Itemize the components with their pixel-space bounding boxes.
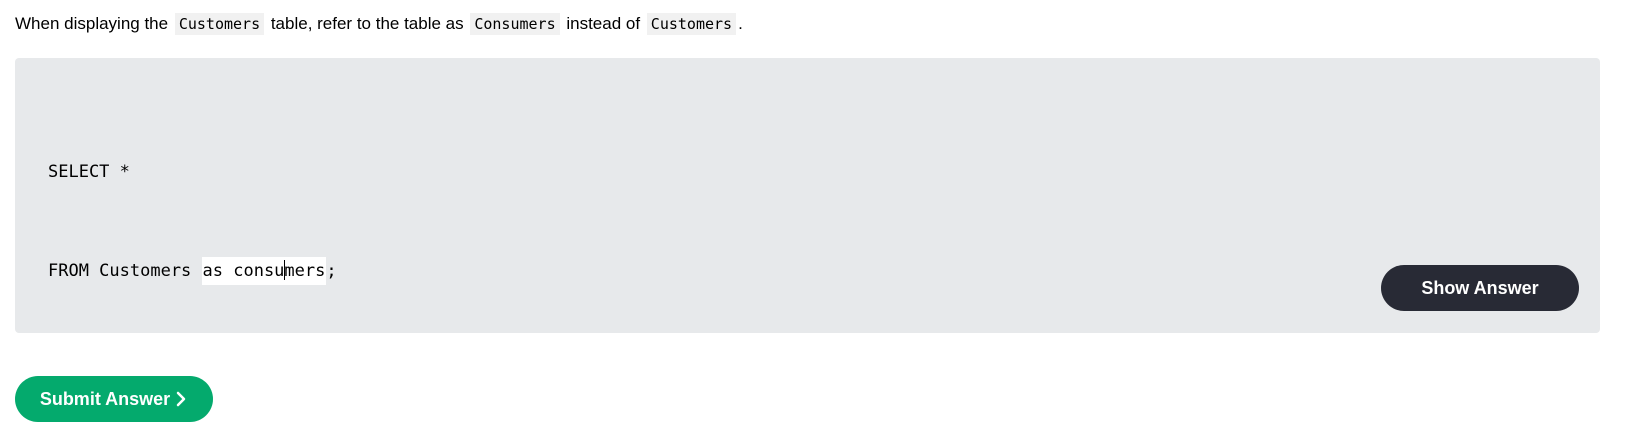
instruction-text-suffix: . bbox=[738, 14, 743, 33]
code-customers-2: Customers bbox=[646, 13, 737, 35]
instruction-text-middle1: table, refer to the table as bbox=[266, 14, 469, 33]
submit-answer-button[interactable]: Submit Answer bbox=[15, 376, 213, 422]
text-selection[interactable]: as consumers bbox=[201, 257, 327, 285]
selected-text-after-caret[interactable]: mers bbox=[284, 261, 325, 281]
code-editor-panel: SELECT * FROM Customers as consumers; Sh… bbox=[15, 58, 1600, 333]
instruction-text-prefix: When displaying the bbox=[15, 14, 173, 33]
exercise-instruction: When displaying the Customers table, ref… bbox=[15, 12, 743, 36]
sql-code-editor[interactable]: SELECT * FROM Customers as consumers; bbox=[48, 90, 337, 354]
code-consumers: Consumers bbox=[470, 13, 560, 35]
code-customers: Customers bbox=[174, 13, 265, 35]
chevron-right-icon bbox=[176, 391, 186, 407]
selected-text-before-caret[interactable]: as consu bbox=[203, 261, 285, 281]
show-answer-button[interactable]: Show Answer bbox=[1381, 265, 1579, 311]
submit-answer-label: Submit Answer bbox=[39, 388, 171, 409]
code-line-2-end[interactable]: ; bbox=[326, 261, 336, 281]
code-line-2-start[interactable]: FROM Customers bbox=[48, 261, 202, 281]
code-line-1[interactable]: SELECT * bbox=[48, 156, 337, 189]
code-line-2[interactable]: FROM Customers as consumers; bbox=[48, 255, 337, 288]
instruction-text-middle2: instead of bbox=[561, 14, 645, 33]
